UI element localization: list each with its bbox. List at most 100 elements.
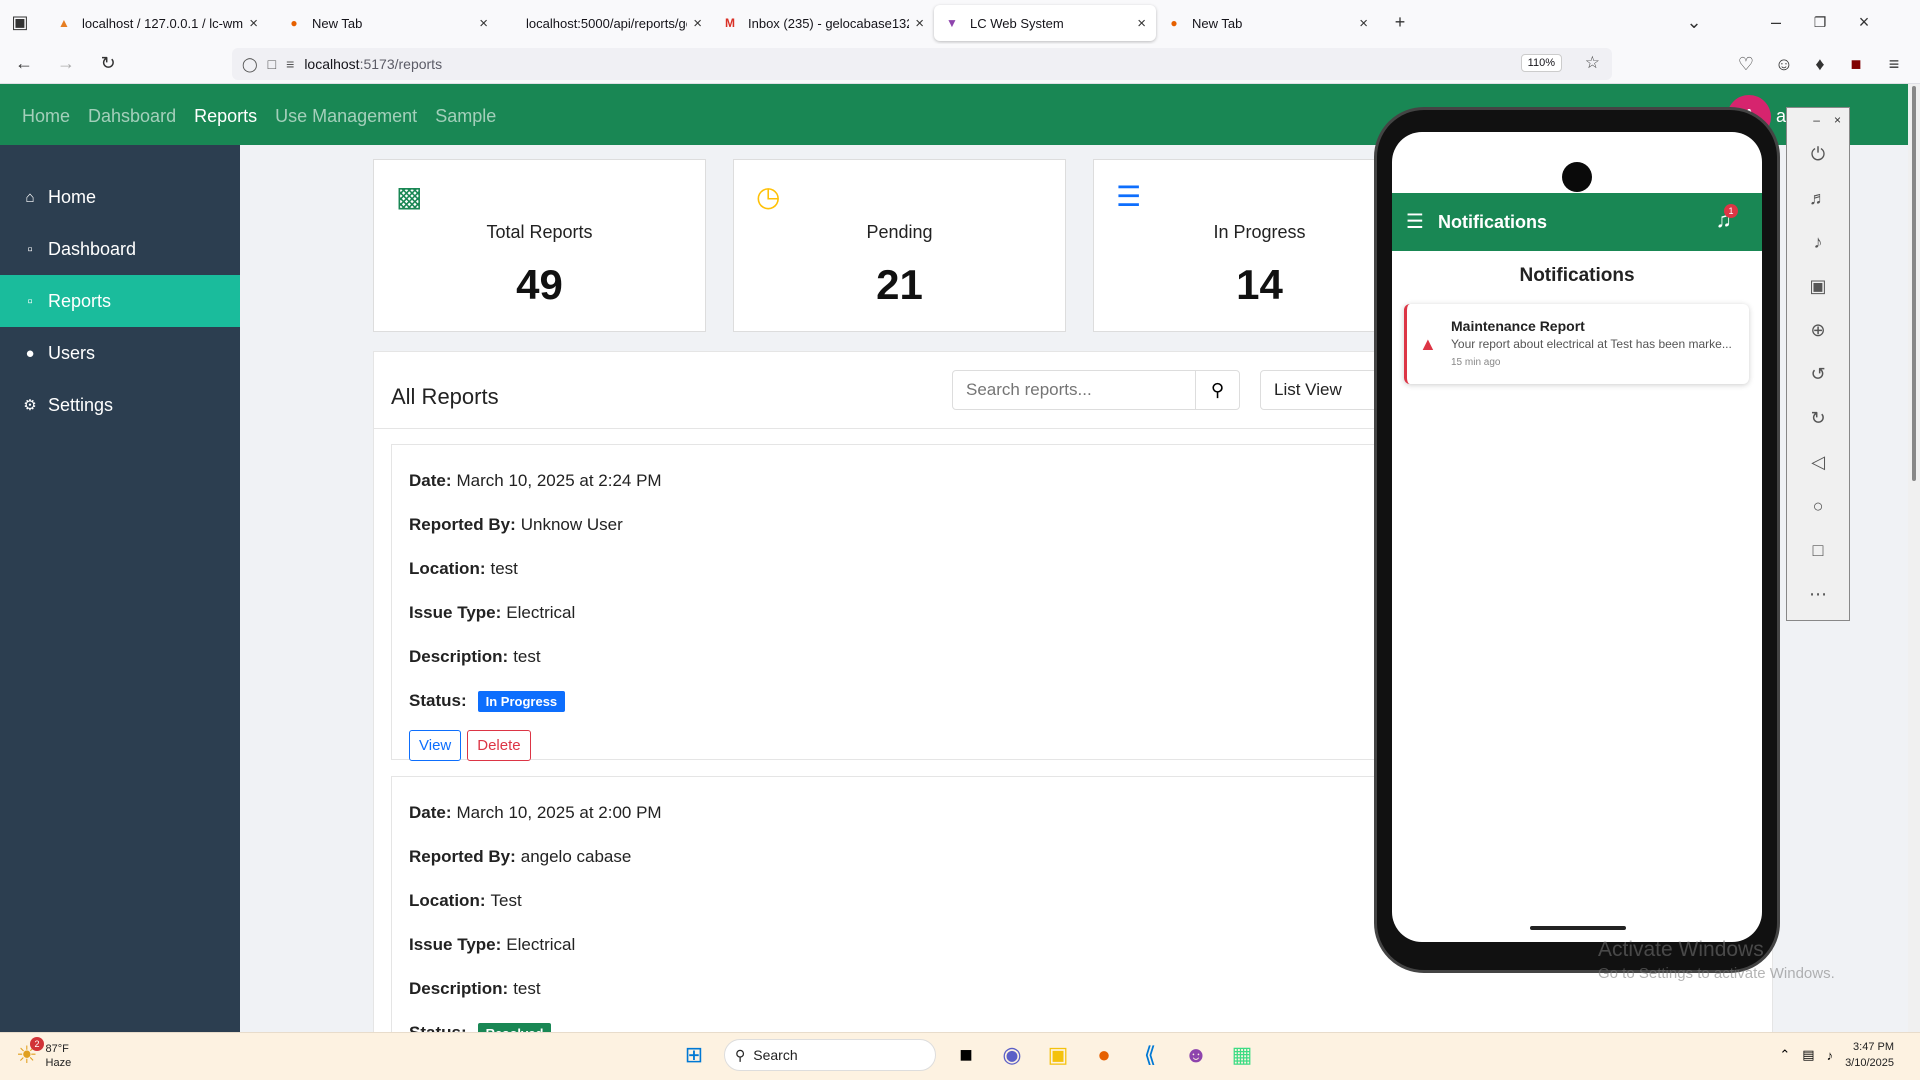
minimize-icon[interactable]: – (1813, 113, 1820, 127)
file-icon: ▫ (27, 240, 33, 258)
forward-icon[interactable]: → (50, 48, 82, 80)
nav-home[interactable]: Home (22, 106, 70, 127)
close-icon[interactable]: × (479, 15, 488, 32)
shield-icon[interactable]: ◯ (242, 56, 258, 73)
restore-icon[interactable]: ❐ (1804, 6, 1836, 38)
tab-title: LC Web System (970, 15, 1064, 31)
taskbar: ☀ 2 87°F Haze ⊞ ⚲ Search ■ ◉ ▣ ● ⟪ ☻ ▦ ⌃ ▤ … (0, 1032, 1920, 1080)
more-icon[interactable]: ⋯ (1787, 572, 1849, 616)
page-scrollbar[interactable] (1908, 84, 1920, 1032)
taskbar-search-label: Search (753, 1047, 798, 1063)
camera-icon (1562, 162, 1592, 192)
stat-label: Pending (866, 222, 933, 242)
top-nav: Home Dahsboard Reports Use Management Sa… (22, 106, 496, 127)
browser-tab[interactable]: M Inbox (235) - gelocabase1324@ × (712, 5, 934, 41)
discord-icon[interactable]: ☻ (1180, 1039, 1212, 1071)
nav-reports[interactable]: Reports (194, 106, 257, 127)
volume-down-icon[interactable]: ♪ (1787, 220, 1849, 264)
search-button[interactable]: ⚲ (1195, 371, 1239, 409)
notification-item[interactable]: ▲ Maintenance Report Your report about e… (1404, 304, 1749, 384)
nav-use-management[interactable]: Use Management (275, 106, 417, 127)
reload-icon[interactable]: ↻ (92, 48, 124, 80)
camera-icon[interactable]: ▣ (1787, 264, 1849, 308)
back-icon[interactable]: ← (8, 48, 40, 80)
close-icon[interactable]: × (915, 15, 924, 32)
extensions-icon[interactable]: ♦ (1804, 48, 1836, 80)
volume-icon[interactable]: ♪ (1827, 1048, 1834, 1063)
windows-start-icon[interactable]: ⊞ (678, 1039, 710, 1071)
zoom-level[interactable]: 110% (1520, 54, 1562, 72)
minimize-icon[interactable]: – (1760, 6, 1792, 38)
bookmark-star-icon[interactable]: ☆ (1585, 53, 1600, 73)
vscode-icon[interactable]: ⟪ (1134, 1039, 1166, 1071)
view-select-value: List View (1274, 380, 1342, 399)
new-tab-plus-icon[interactable]: + (1384, 6, 1416, 38)
weather-widget[interactable]: ☀ 2 87°F Haze (16, 1037, 71, 1070)
view-select[interactable]: List View (1260, 370, 1390, 410)
ublock-icon[interactable]: ■ (1840, 48, 1872, 80)
search-input[interactable] (953, 380, 1183, 400)
browser-tab[interactable]: ● New Tab × (276, 5, 498, 41)
close-icon[interactable]: × (249, 15, 258, 32)
firefox-icon[interactable]: ● (1088, 1039, 1120, 1071)
meet-icon[interactable]: ◉ (996, 1039, 1028, 1071)
temperature: 87°F (45, 1042, 69, 1055)
notifications-heading: Notifications (1519, 265, 1635, 286)
android-studio-icon[interactable]: ▦ (1226, 1039, 1258, 1071)
stat-value: 21 (876, 261, 923, 308)
home-circle-icon[interactable]: ○ (1787, 484, 1849, 528)
account-icon[interactable]: ☺ (1768, 48, 1800, 80)
page-icon: □ (267, 56, 277, 72)
browser-tab[interactable]: ▼ LC Web System × (934, 5, 1156, 41)
menu-icon[interactable]: ≡ (1878, 48, 1910, 80)
stat-card-pending: ◷ Pending 21 (733, 159, 1066, 332)
file-explorer-icon[interactable]: ▣ (1042, 1039, 1074, 1071)
close-icon[interactable]: × (693, 15, 702, 32)
sidebar-item-reports[interactable]: ▫ Reports (0, 275, 240, 327)
close-icon[interactable]: × (1834, 113, 1841, 127)
rotate-right-icon[interactable]: ↻ (1787, 396, 1849, 440)
nav-sample[interactable]: Sample (435, 106, 496, 127)
browser-tab[interactable]: ● New Tab × (1156, 5, 1378, 41)
hamburger-menu-icon[interactable]: ☰ (1406, 209, 1424, 234)
delete-button[interactable]: Delete (467, 729, 531, 761)
close-icon[interactable]: × (1137, 15, 1146, 32)
nav-dashboard[interactable]: Dahsboard (88, 106, 176, 127)
search-box: ⚲ (952, 370, 1240, 410)
browser-tab[interactable]: ▲ localhost / 127.0.0.1 / lc-wm-da × (46, 5, 268, 41)
tab-title: New Tab (1192, 15, 1243, 31)
notification-count-badge: 1 (1724, 204, 1738, 218)
sidebar-item-home[interactable]: ⌂ Home (0, 171, 240, 223)
sidebar-item-settings[interactable]: ⚙ Settings (0, 379, 240, 431)
phone-screen: ☰ Notifications ♫ 1 Notifications ▲ Main… (1392, 132, 1762, 942)
power-icon[interactable]: ⏻ (1787, 132, 1849, 176)
scrollbar-thumb[interactable] (1912, 86, 1916, 481)
overview-square-icon[interactable]: □ (1787, 528, 1849, 572)
gear-icon: ⚙ (23, 397, 37, 414)
address-bar[interactable]: ◯ □ ≡ localhost:5173/reports 110% ☆ (232, 48, 1612, 80)
network-icon[interactable]: ▤ (1802, 1047, 1814, 1063)
volume-up-icon[interactable]: ♬ (1787, 176, 1849, 220)
sidebar-item-dashboard[interactable]: ▫ Dashboard (0, 223, 240, 275)
close-window-icon[interactable]: × (1848, 6, 1880, 38)
chevron-up-icon[interactable]: ⌃ (1779, 1047, 1790, 1063)
pocket-icon[interactable]: ♡ (1730, 48, 1762, 80)
tab-list-icon[interactable]: ▣ (4, 6, 36, 38)
document-icon: ▩ (396, 181, 423, 212)
home-indicator[interactable] (1530, 926, 1626, 930)
task-view-icon[interactable]: ■ (950, 1039, 982, 1071)
view-button[interactable]: View (409, 729, 462, 761)
rotate-left-icon[interactable]: ↺ (1787, 352, 1849, 396)
clock[interactable]: 3:47 PM 3/10/2025 (1845, 1039, 1894, 1071)
close-icon[interactable]: × (1359, 15, 1368, 32)
browser-tab[interactable]: localhost:5000/api/reports/get- × (506, 5, 712, 41)
chevron-down-icon[interactable]: ⌄ (1678, 6, 1710, 38)
taskbar-search[interactable]: ⚲ Search (724, 1039, 936, 1071)
stat-card-total: ▩ Total Reports 49 (373, 159, 706, 332)
time: 3:47 PM (1853, 1041, 1894, 1053)
notification-title: Maintenance Report (1451, 318, 1585, 334)
permissions-icon[interactable]: ≡ (286, 56, 294, 72)
zoom-in-icon[interactable]: ⊕ (1787, 308, 1849, 352)
back-triangle-icon[interactable]: ◁ (1787, 440, 1849, 484)
sidebar-item-users[interactable]: ● Users (0, 327, 240, 379)
